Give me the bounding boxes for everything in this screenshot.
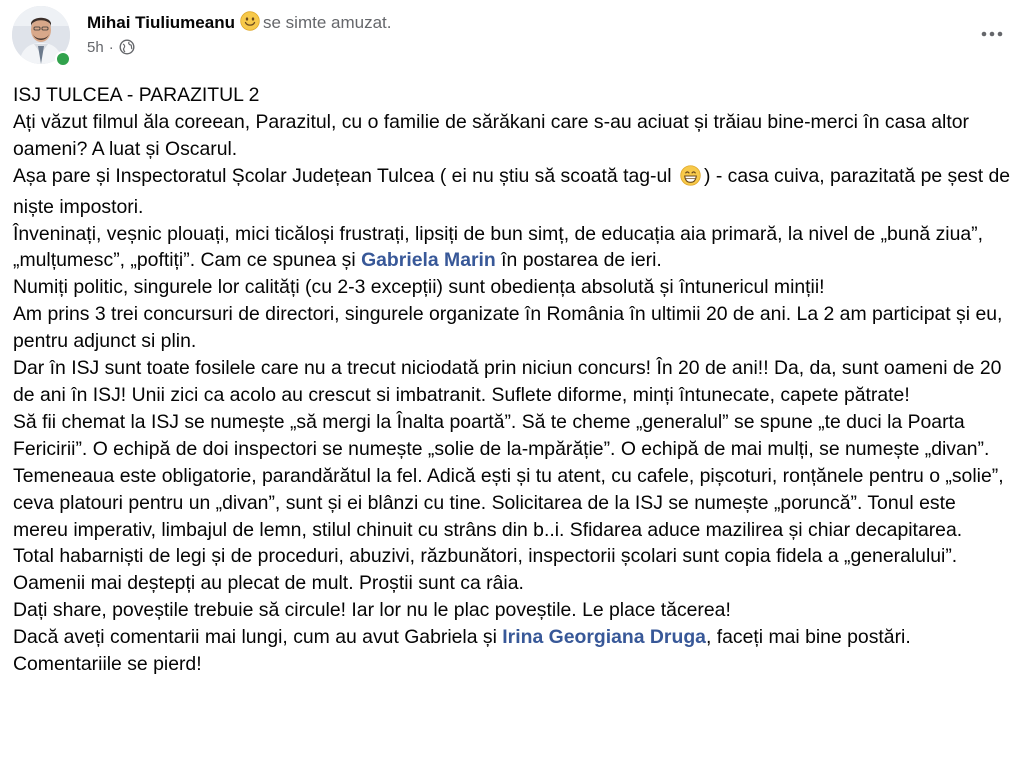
author-line: Mihai Tiuliumeanu se simte amuzat.	[87, 11, 391, 36]
smiling-face-icon	[240, 11, 260, 36]
more-options-icon	[981, 31, 1003, 37]
feeling-text: se simte amuzat.	[262, 13, 392, 32]
post-header: Mihai Tiuliumeanu se simte amuzat. 5h ·	[12, 6, 1012, 67]
post-body: ISJ TULCEA - PARAZITUL 2 Ați văzut filmu…	[13, 82, 1013, 678]
paragraph-text: în postarea de ieri.	[501, 249, 662, 272]
post-timestamp[interactable]: 5h	[87, 39, 104, 56]
online-status-dot	[55, 51, 71, 67]
paragraph-ignorant: Total habarniști de legi și de proceduri…	[13, 545, 958, 595]
paragraph-share: Dați share, poveștile trebuie să circule…	[13, 599, 731, 622]
paragraph-politically-appointed: Numiți politic, singurele lor calități (…	[13, 276, 825, 299]
paragraph-fossils: Dar în ISJ sunt toate fosilele care nu a…	[13, 357, 1002, 406]
post-title: ISJ TULCEA - PARAZITUL 2	[13, 84, 260, 106]
globe-icon[interactable]	[119, 39, 135, 59]
paragraph-comments: Dacă aveți comentarii mai lungi, cum au …	[13, 624, 1013, 678]
paragraph-text: Dacă aveți comentarii mai lungi, cum au …	[13, 626, 497, 649]
post-meta: 5h ·	[87, 39, 135, 59]
paragraph-high-gate: Să fii chemat la ISJ se numește „să merg…	[13, 410, 1004, 541]
mention-irina-georgiana-druga[interactable]: Irina Georgiana Druga	[502, 626, 706, 648]
meta-separator: ·	[108, 39, 114, 56]
mention-gabriela-marin[interactable]: Gabriela Marin	[361, 249, 496, 271]
facebook-post: Mihai Tiuliumeanu se simte amuzat. 5h · IS…	[0, 0, 1024, 771]
paragraph-parasite-film: Ați văzut filmul ăla coreean, Parazitul,…	[13, 110, 969, 160]
paragraph-inspectorate: Așa pare și Inspectoratul Școlar Județea…	[13, 163, 1013, 221]
more-options-button[interactable]	[974, 16, 1010, 52]
paragraph-poisoned: Înveninați, veșnic plouați, mici ticăloș…	[13, 221, 1013, 275]
grinning-face-icon	[680, 165, 701, 194]
paragraph-text: Înveninați, veșnic plouați, mici ticăloș…	[13, 222, 983, 272]
paragraph-contests: Am prins 3 trei concursuri de directori,…	[13, 303, 1003, 353]
author-name[interactable]: Mihai Tiuliumeanu	[87, 13, 235, 32]
paragraph-text: Așa pare și Inspectoratul Școlar Județea…	[13, 164, 672, 187]
